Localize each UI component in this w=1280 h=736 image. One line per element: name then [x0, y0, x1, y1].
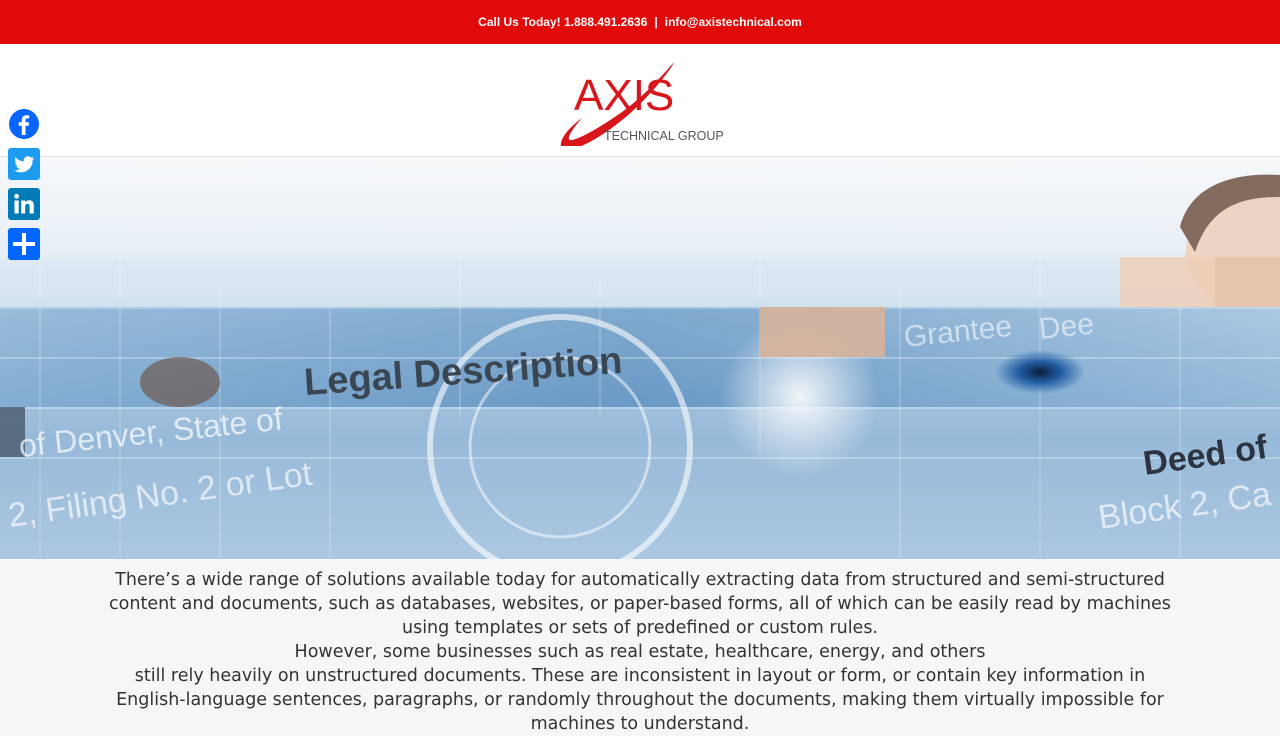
- linkedin-share-button[interactable]: [8, 188, 40, 220]
- hero-text-dee: Dee: [1037, 307, 1095, 346]
- email-link[interactable]: info@axistechnical.com: [665, 15, 802, 29]
- call-us-text: Call Us Today! 1.888.491.2636: [478, 15, 648, 29]
- axis-logo[interactable]: AXIS TECHNICAL GROUP: [552, 54, 732, 151]
- intro-content: There’s a wide range of solutions availa…: [0, 568, 1280, 736]
- social-share-bar: [8, 108, 40, 268]
- logo-brand-text: AXIS: [574, 71, 674, 120]
- site-header: AXIS TECHNICAL GROUP: [0, 44, 1280, 157]
- twitter-share-button[interactable]: [8, 148, 40, 180]
- facebook-icon: [9, 109, 39, 139]
- intro-paragraph-3: still rely heavily on unstructured docum…: [116, 666, 1164, 734]
- intro-paragraph-2: However, some businesses such as real es…: [294, 642, 986, 662]
- share-icon: [8, 228, 40, 260]
- logo-subtitle-text: TECHNICAL GROUP: [604, 129, 724, 143]
- twitter-icon: [8, 148, 40, 180]
- linkedin-icon: [8, 188, 40, 220]
- hero-banner: Legal Description Deed of of Denver, Sta…: [0, 157, 1280, 559]
- separator: |: [654, 15, 658, 29]
- facebook-share-button[interactable]: [8, 108, 40, 140]
- hero-banner-image: Legal Description Deed of of Denver, Sta…: [0, 157, 1280, 559]
- top-contact-bar: Call Us Today! 1.888.491.2636 | info@axi…: [0, 0, 1280, 44]
- share-button[interactable]: [8, 228, 40, 260]
- intro-paragraph-1: There’s a wide range of solutions availa…: [109, 570, 1171, 638]
